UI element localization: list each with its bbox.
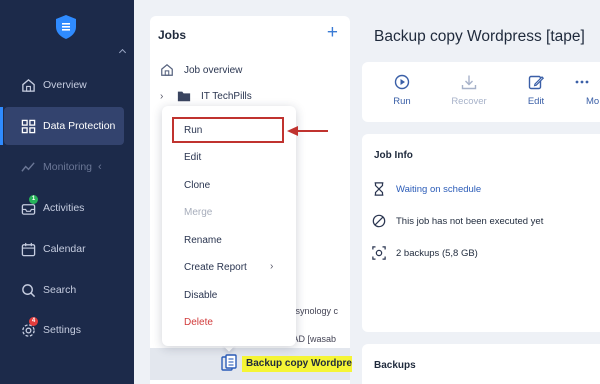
nav-label: Monitoring — [43, 161, 93, 173]
job-info-card: Job Info Waiting on schedule This job ha… — [362, 134, 600, 332]
more-button[interactable]: Mo — [568, 74, 600, 107]
nav-activities[interactable]: 1 Activities — [0, 189, 134, 227]
nav-label: Data Protection — [43, 120, 116, 132]
menu-item-clone[interactable]: Clone — [184, 180, 210, 191]
job-toolbar: Run Recover Edit Mo — [362, 62, 600, 122]
nav-search[interactable]: Search — [0, 271, 134, 309]
edit-icon — [528, 75, 544, 90]
nav-calendar[interactable]: Calendar — [0, 230, 134, 268]
job-last-run-row: This job has not been executed yet — [372, 214, 543, 228]
app-logo-icon[interactable] — [55, 14, 77, 40]
pulse-icon — [20, 159, 36, 175]
menu-item-edit[interactable]: Edit — [184, 152, 201, 163]
backup-target-icon — [372, 246, 386, 260]
chevron-right-icon: › — [270, 261, 274, 272]
menu-item-create-report[interactable]: Create Report › — [184, 261, 273, 273]
page-title: Backup copy Wordpress [tape] — [374, 28, 585, 45]
tree-job-overview[interactable]: Job overview — [160, 63, 242, 77]
tool-label: Run — [393, 96, 411, 107]
job-status-text: Waiting on schedule — [396, 183, 482, 195]
edit-button[interactable]: Edit — [506, 74, 566, 107]
nav-label: Overview — [43, 79, 87, 91]
run-button[interactable]: Run — [372, 74, 432, 107]
hourglass-icon — [372, 182, 386, 196]
backups-title: Backups — [374, 360, 416, 371]
job-status-row: Waiting on schedule — [372, 182, 481, 196]
nav-label: Settings — [43, 324, 81, 336]
job-last-run-text: This job has not been executed yet — [396, 215, 544, 227]
backups-card: Backups — [362, 344, 600, 384]
add-job-button[interactable]: + — [327, 22, 338, 44]
nav-overview[interactable]: Overview — [0, 66, 134, 104]
nav-label: Calendar — [43, 243, 86, 255]
chevron-left-icon: ‹ — [98, 161, 102, 173]
menu-item-merge: Merge — [184, 207, 213, 218]
job-backups-text: 2 backups (5,8 GB) — [396, 247, 478, 259]
tool-label: Mo — [586, 96, 600, 107]
gear-icon: 4 — [20, 317, 38, 338]
menu-item-rename[interactable]: Rename — [184, 235, 222, 246]
sidebar: Overview Data Protection Monitoring ‹ 1 … — [0, 0, 134, 384]
nav-monitoring[interactable]: Monitoring ‹ — [0, 148, 134, 186]
collapse-sidebar-icon[interactable] — [118, 48, 127, 57]
tree-label: IT TechPills — [201, 90, 252, 102]
tree-label: Job overview — [184, 64, 243, 76]
play-circle-icon — [394, 74, 410, 90]
activities-badge: 1 — [29, 195, 38, 204]
jobs-title: Jobs — [158, 28, 187, 42]
settings-badge: 4 — [29, 317, 38, 326]
home-icon — [160, 63, 174, 77]
folder-icon — [177, 89, 191, 103]
more-icon — [575, 80, 589, 84]
tool-label: Recover — [451, 96, 487, 107]
nav-data-protection[interactable]: Data Protection — [0, 107, 124, 145]
search-icon — [20, 282, 36, 298]
inbox-icon: 1 — [20, 195, 38, 216]
calendar-icon — [20, 241, 36, 257]
menu-item-label: Create Report — [184, 262, 247, 273]
chevron-right-icon[interactable]: › — [160, 91, 167, 102]
no-run-icon — [372, 214, 386, 228]
nav-settings[interactable]: 4 Settings — [0, 311, 134, 349]
menu-item-disable[interactable]: Disable — [184, 290, 217, 301]
annotation-highlight-box — [172, 117, 284, 143]
menu-item-delete[interactable]: Delete — [184, 317, 213, 328]
download-icon — [461, 75, 477, 90]
recover-button: Recover — [439, 74, 499, 107]
grid-icon — [20, 118, 36, 134]
nav-label: Search — [43, 284, 77, 296]
job-backups-row: 2 backups (5,8 GB) — [372, 246, 478, 260]
job-info-title: Job Info — [374, 150, 413, 161]
annotation-arrow-icon — [287, 126, 328, 136]
tool-label: Edit — [527, 96, 545, 107]
home-icon — [20, 77, 36, 93]
selected-job-label[interactable]: Backup copy Wordpress [tape] — [242, 356, 352, 372]
nav-label: Activities — [43, 202, 85, 214]
job-copy-icon — [221, 354, 237, 371]
tree-folder-it-techpills[interactable]: › IT TechPills — [160, 89, 252, 103]
